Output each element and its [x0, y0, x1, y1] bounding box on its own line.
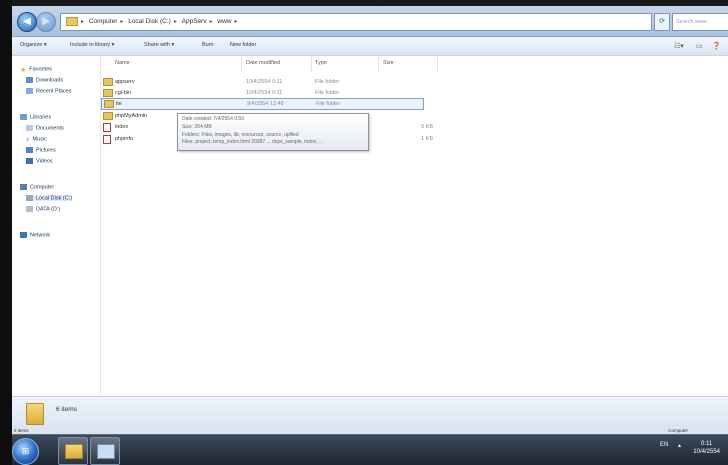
new-folder-button[interactable]: New folder: [230, 42, 256, 48]
breadcrumb[interactable]: ▸ Computer ▸ Local Disk (C:) ▸ AppServ ▸ ww…: [60, 13, 652, 31]
crumb-local-disk[interactable]: Local Disk (C:): [125, 14, 174, 30]
libraries-icon: [20, 114, 27, 120]
pictures-icon: [26, 147, 33, 153]
drive-icon: [26, 206, 33, 212]
folder-icon: [104, 100, 114, 108]
view-options-icon[interactable]: ☷▾: [674, 42, 684, 50]
drive-icon: [26, 195, 33, 201]
folder-info-tooltip: Date created: 7/4/2554 0:50 Size: 264 MB…: [177, 113, 369, 151]
windows-logo-icon: ⊞: [21, 446, 30, 456]
downloads-icon: [26, 77, 33, 83]
sidebar-item-documents[interactable]: Documents: [26, 125, 64, 131]
folder-icon: [103, 89, 113, 97]
folder-icon: [66, 16, 78, 26]
folder-icon: [65, 444, 83, 459]
videos-icon: [26, 158, 33, 164]
list-item-selected[interactable]: ite 9/4/2554 12:48 File folder: [101, 98, 424, 110]
screen: ◀ ▶ ▸ Computer ▸ Local Disk (C:) ▸ AppServ…: [12, 0, 728, 465]
computer-icon: [20, 184, 27, 190]
sidebar-item-favorites[interactable]: ★ Favorites: [20, 66, 52, 74]
crumb-appserv[interactable]: AppServ: [179, 14, 210, 30]
preview-pane-icon[interactable]: ▭: [696, 42, 703, 50]
sidebar-item-computer[interactable]: Computer: [20, 184, 54, 190]
clock[interactable]: 0:11 10/4/2554: [693, 440, 720, 456]
crumb-computer[interactable]: Computer: [86, 14, 121, 30]
start-button[interactable]: ⊞: [12, 438, 39, 465]
sidebar-item-videos[interactable]: Videos: [26, 158, 53, 164]
sidebar-item-libraries[interactable]: Libraries: [20, 114, 51, 120]
sidebar-item-pictures[interactable]: Pictures: [26, 147, 56, 153]
item-count: 6 items: [56, 406, 77, 413]
documents-icon: [26, 125, 33, 131]
refresh-icon[interactable]: ⟳: [654, 13, 670, 31]
folder-icon: [103, 78, 113, 86]
tray-arrow-icon[interactable]: ▴: [678, 442, 681, 449]
sidebar-item-data-drive[interactable]: DATA (D:): [26, 206, 60, 212]
sidebar-item-network[interactable]: Network: [20, 232, 50, 238]
folder-icon: [103, 112, 113, 120]
file-list: Name Date modified Type Size appserv 10/…: [101, 56, 728, 396]
forward-button[interactable]: ▶: [36, 12, 56, 32]
sidebar-item-downloads[interactable]: Downloads: [26, 77, 63, 83]
command-bar: Organize ▾ Include in library ▾ Share wi…: [12, 37, 728, 56]
clock-date: 10/4/2554: [693, 449, 720, 455]
tooltip-folders: Folders: Files, images, lib, resources, …: [182, 131, 299, 138]
details-pane: 6 items: [12, 396, 728, 429]
music-icon: ♪: [26, 136, 30, 143]
tooltip-size: Size: 264 MB: [182, 123, 212, 130]
taskbar: ⊞ EN ▴ 0:11 10/4/2554: [12, 434, 728, 465]
network-icon: [20, 232, 27, 238]
taskbar-explorer-button[interactable]: [58, 437, 88, 465]
status-item-count: 6 items: [14, 428, 29, 433]
star-icon: ★: [20, 67, 27, 74]
clock-time: 0:11: [701, 441, 713, 447]
tooltip-date-created: Date created: 7/4/2554 0:50: [182, 116, 244, 122]
window-icon: [97, 444, 115, 459]
search-input[interactable]: Search www: [672, 13, 728, 31]
crumb-www[interactable]: www: [214, 14, 234, 30]
organize-button[interactable]: Organize ▾: [20, 42, 47, 48]
column-header-name[interactable]: Name: [115, 60, 130, 66]
sidebar-item-recent-places[interactable]: Recent Places: [26, 88, 71, 94]
navigation-pane: ★ Favorites Downloads Recent Places Libra…: [12, 56, 101, 396]
recent-places-icon: [26, 88, 33, 94]
list-item[interactable]: appserv 10/4/2554 0:11 File folder: [101, 77, 728, 87]
explorer-window: ◀ ▶ ▸ Computer ▸ Local Disk (C:) ▸ AppServ…: [12, 6, 728, 434]
status-location: Computer: [668, 428, 688, 433]
address-bar-area: ◀ ▶ ▸ Computer ▸ Local Disk (C:) ▸ AppServ…: [12, 6, 728, 37]
include-in-library-button[interactable]: Include in library ▾: [70, 42, 114, 48]
folder-icon: [26, 403, 44, 425]
back-button[interactable]: ◀: [17, 12, 37, 32]
back-arrow-icon: ◀: [23, 16, 31, 27]
sidebar-item-music[interactable]: ♪ Music: [26, 136, 47, 143]
sidebar-item-local-disk[interactable]: Local Disk (C:): [26, 195, 73, 202]
list-item[interactable]: cgi-bin 10/4/2554 0:11 File folder: [101, 88, 728, 98]
column-header-size[interactable]: Size: [383, 60, 394, 66]
forward-arrow-icon: ▶: [42, 16, 50, 27]
column-header-date[interactable]: Date modified: [246, 60, 280, 66]
help-icon[interactable]: ❓: [712, 42, 721, 50]
share-with-button[interactable]: Share with ▾: [144, 42, 174, 48]
taskbar-window-button[interactable]: [90, 437, 120, 465]
tooltip-files: Files: project, temp_index.html 20287...…: [182, 139, 324, 146]
html-file-icon: [103, 123, 111, 132]
language-indicator[interactable]: EN: [660, 442, 668, 448]
html-file-icon: [103, 135, 111, 144]
column-header-type[interactable]: Type: [315, 60, 327, 66]
burn-button[interactable]: Burn: [202, 42, 214, 48]
